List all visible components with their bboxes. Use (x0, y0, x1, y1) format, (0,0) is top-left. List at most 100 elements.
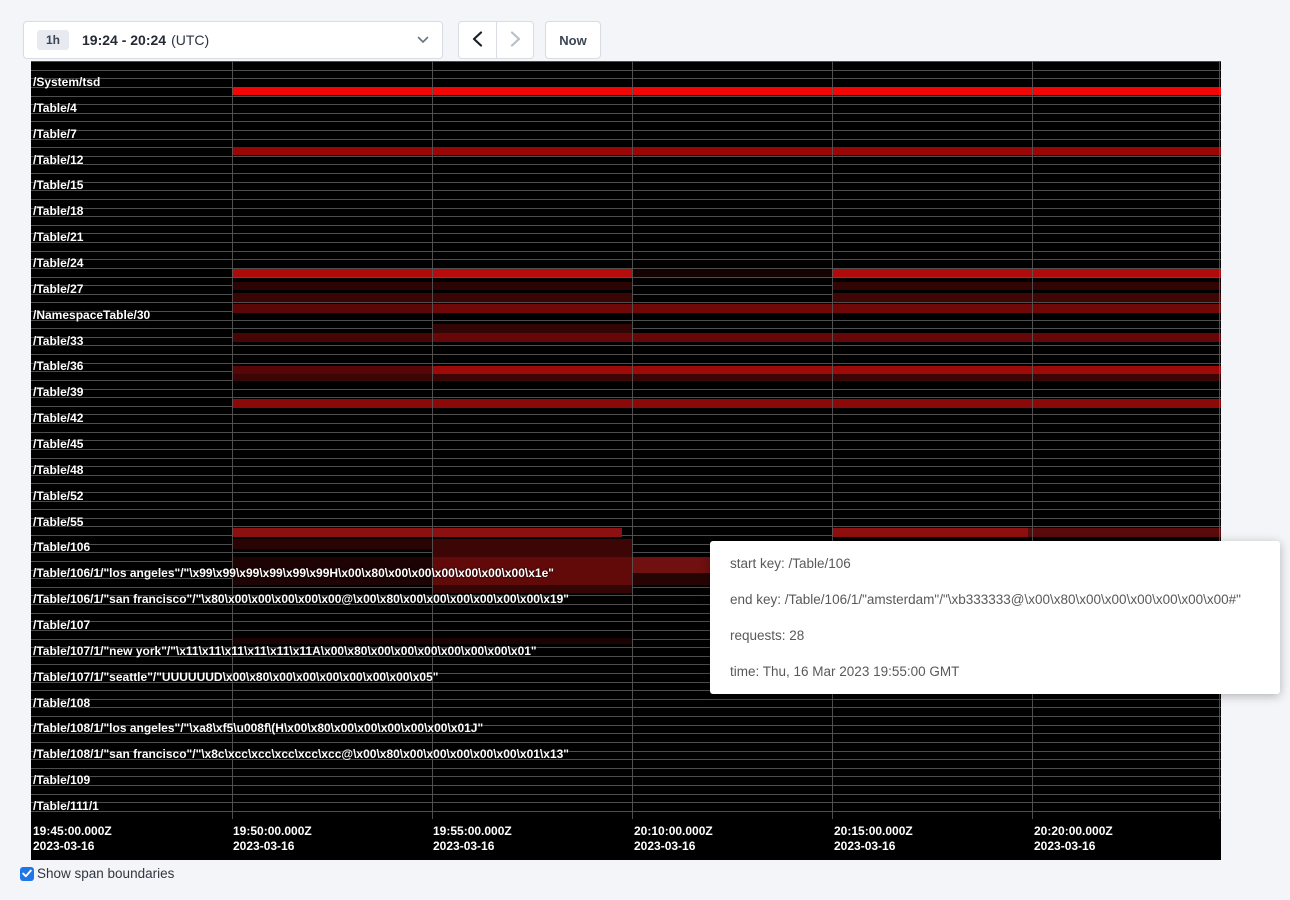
time-axis-tick: 19:45:00.000Z2023-03-16 (33, 824, 112, 854)
span-boundary-line (31, 130, 1221, 131)
span-boundary-line (31, 104, 1221, 105)
key-range-label: /System/tsd (33, 74, 100, 90)
now-button[interactable]: Now (545, 21, 601, 59)
span-boundary-line (31, 475, 1221, 476)
key-range-label: /Table/27 (33, 281, 83, 297)
time-gridline (232, 61, 233, 819)
key-visualizer-canvas[interactable]: /System/tsd/Table/4/Table/7/Table/12/Tab… (31, 61, 1221, 860)
next-interval-button[interactable] (496, 22, 533, 58)
key-range-label: /Table/108/1/"san francisco"/"\x8c\xcc\x… (33, 746, 569, 762)
key-range-label: /Table/108/1/"los angeles"/"\xa8\xf5\u00… (33, 720, 483, 736)
span-boundary-line (31, 156, 1221, 157)
key-range-label: /Table/106/1/"san francisco"/"\x80\x00\x… (33, 591, 569, 607)
show-span-boundaries-toggle[interactable]: Show span boundaries (20, 866, 174, 881)
key-range-label: /Table/33 (33, 333, 83, 349)
key-range-label: /Table/107 (33, 617, 90, 633)
span-boundary-line (31, 768, 1221, 769)
heat-band (832, 293, 1221, 302)
time-gridline (1032, 61, 1033, 819)
span-tooltip: start key: /Table/106 end key: /Table/10… (710, 541, 1280, 694)
span-boundary-line (31, 716, 1221, 717)
span-boundary-line (31, 776, 1221, 777)
show-span-boundaries-label: Show span boundaries (37, 866, 174, 881)
key-range-label: /Table/36 (33, 358, 83, 374)
span-boundary-line (31, 707, 1221, 708)
heat-band (432, 539, 632, 557)
key-range-label: /Table/4 (33, 100, 77, 116)
span-boundary-line (31, 190, 1221, 191)
key-range-label: /Table/108 (33, 695, 90, 711)
span-boundary-line (31, 233, 1221, 234)
span-boundary-line (31, 259, 1221, 260)
tooltip-time: time: Thu, 16 Mar 2023 19:55:00 GMT (730, 664, 1260, 679)
span-boundary-line (31, 242, 1221, 243)
time-nav-group (458, 21, 534, 59)
time-range-duration-badge: 1h (37, 30, 69, 50)
tooltip-requests: requests: 28 (730, 628, 1260, 643)
span-boundary-line (31, 70, 1221, 71)
key-range-label: /Table/45 (33, 436, 83, 452)
span-boundary-line (31, 225, 1221, 226)
span-boundary-line (31, 320, 1221, 321)
span-boundary-line (31, 78, 1221, 79)
key-range-label: /Table/106/1/"los angeles"/"\x99\x99\x99… (33, 565, 554, 581)
span-boundary-line (31, 345, 1221, 346)
key-range-label: /Table/21 (33, 229, 83, 245)
heat-band (632, 269, 832, 277)
key-range-label: /Table/42 (33, 410, 83, 426)
key-range-label: /Table/24 (33, 255, 83, 271)
span-boundary-line (31, 173, 1221, 174)
span-boundary-line (31, 492, 1221, 493)
key-range-label: /Table/109 (33, 772, 90, 788)
span-boundary-line (31, 501, 1221, 502)
span-boundary-line (31, 414, 1221, 415)
time-gridline (1219, 61, 1220, 819)
span-boundary-line (31, 432, 1221, 433)
heat-band (232, 399, 1221, 408)
heat-band (432, 333, 1221, 342)
span-boundary-line (31, 397, 1221, 398)
span-boundary-line (31, 363, 1221, 364)
heat-band (432, 304, 1221, 313)
heat-band (432, 324, 632, 333)
span-boundary-line (31, 208, 1221, 209)
time-axis-tick: 19:50:00.000Z2023-03-16 (233, 824, 312, 854)
heat-band (232, 333, 432, 342)
time-range-timezone: (UTC) (171, 32, 209, 48)
key-range-label: /Table/7 (33, 126, 77, 142)
heat-band (232, 366, 432, 374)
span-boundary-line (31, 785, 1221, 786)
span-boundary-line (31, 354, 1221, 355)
key-range-label: /NamespaceTable/30 (33, 307, 150, 323)
time-range-select[interactable]: 1h 19:24 - 20:24 (UTC) (23, 21, 443, 59)
span-boundary-line (31, 423, 1221, 424)
time-gridline (632, 61, 633, 819)
span-boundary-line (31, 509, 1221, 510)
time-axis-tick: 19:55:00.000Z2023-03-16 (433, 824, 512, 854)
heat-band (232, 374, 1221, 381)
heat-band (232, 87, 1221, 95)
span-boundary-line (31, 699, 1221, 700)
tooltip-end-key: end key: /Table/106/1/"amsterdam"/"\xb33… (730, 592, 1260, 607)
span-boundary-line (31, 811, 1221, 812)
show-span-boundaries-checkbox[interactable] (20, 867, 34, 881)
heat-band (432, 366, 1221, 374)
heat-band (1028, 528, 1221, 537)
heat-band (832, 282, 1221, 290)
span-boundary-line (31, 139, 1221, 140)
time-axis-tick: 20:20:00.000Z2023-03-16 (1034, 824, 1113, 854)
key-range-label: /Table/55 (33, 514, 83, 530)
key-range-label: /Table/106 (33, 539, 90, 555)
chevron-down-icon (417, 36, 429, 44)
span-boundary-line (31, 96, 1221, 97)
previous-interval-button[interactable] (459, 22, 496, 58)
key-range-label: /Table/52 (33, 488, 83, 504)
span-boundary-line (31, 466, 1221, 467)
key-range-label: /Table/12 (33, 152, 83, 168)
span-boundary-line (31, 518, 1221, 519)
key-range-label: /Table/39 (33, 384, 83, 400)
tooltip-start-key: start key: /Table/106 (730, 556, 1260, 571)
key-range-label: /Table/48 (33, 462, 83, 478)
span-boundary-line (31, 802, 1221, 803)
key-range-label: /Table/107/1/"new york"/"\x11\x11\x11\x1… (33, 643, 537, 659)
